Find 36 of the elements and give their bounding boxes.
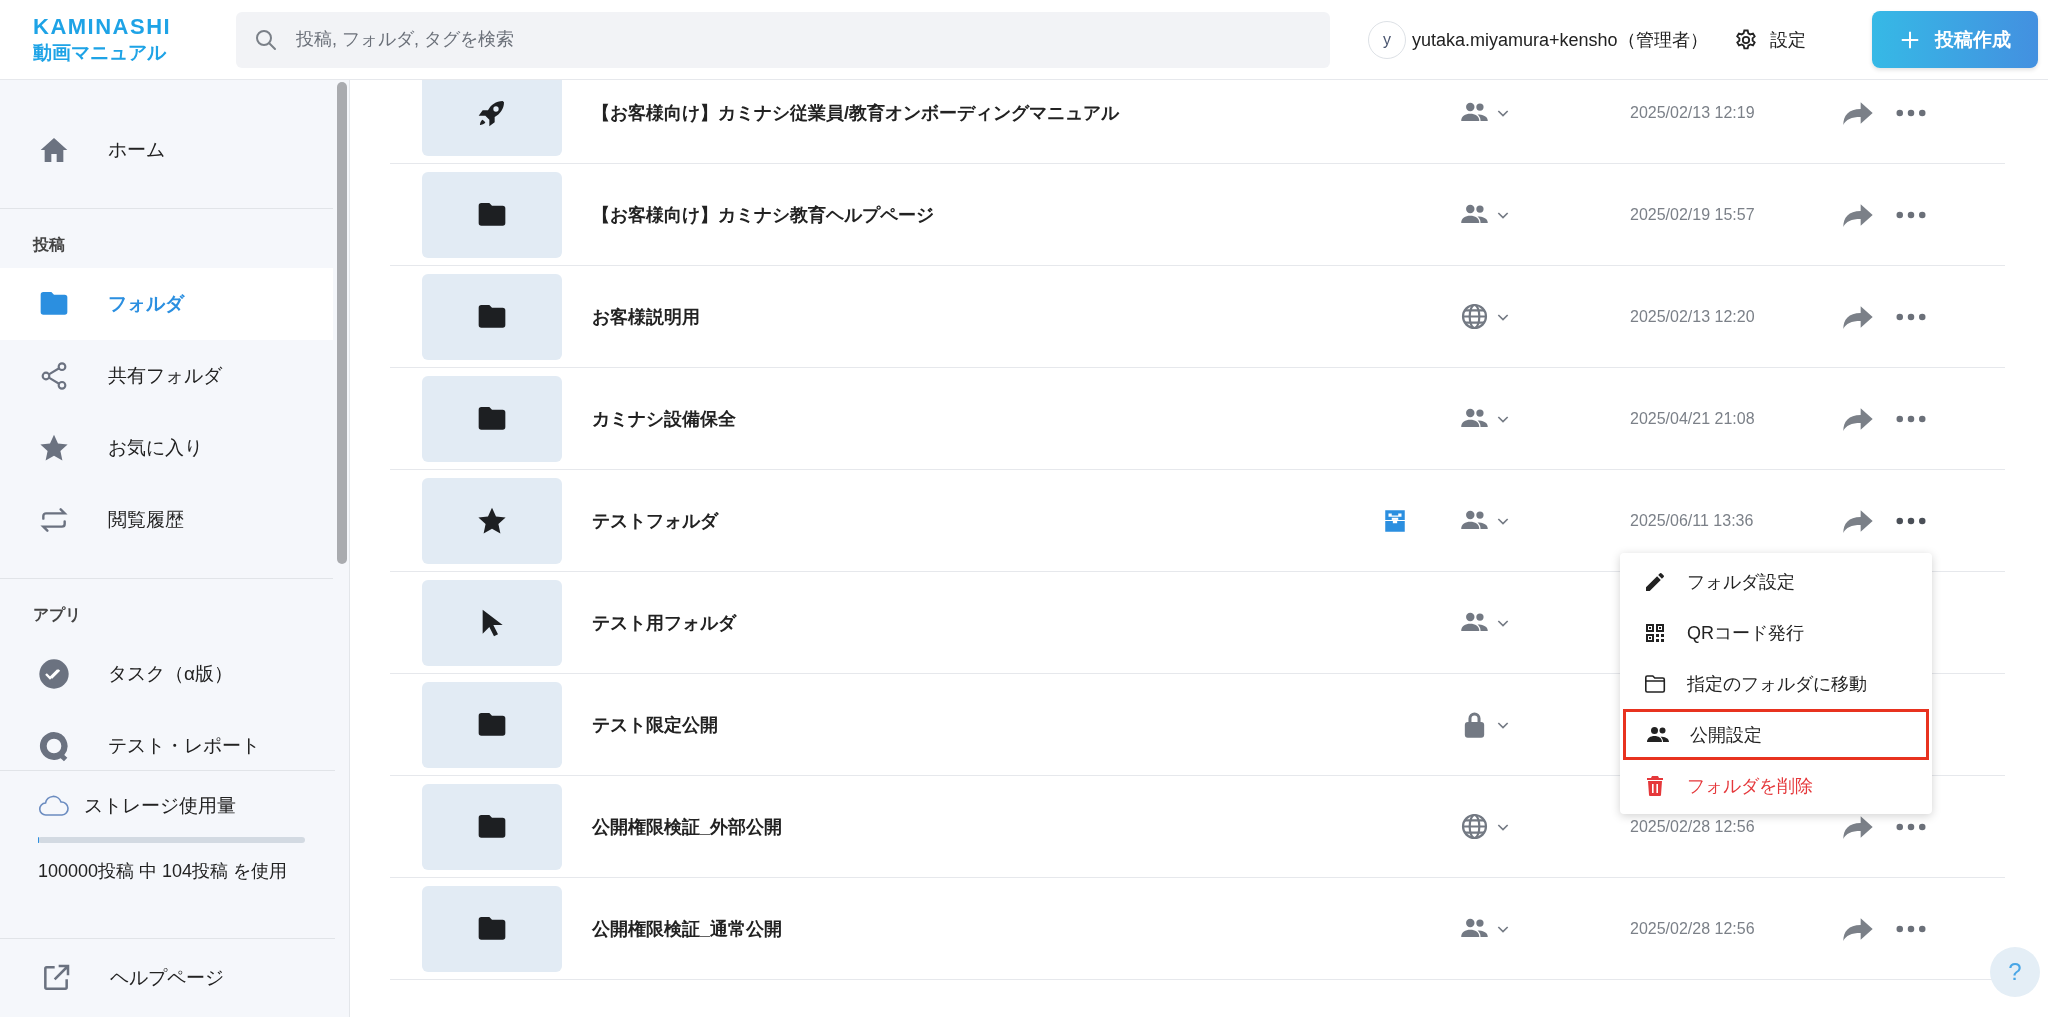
menu-item[interactable]: QRコード発行 — [1623, 607, 1929, 658]
menu-item[interactable]: 指定のフォルダに移動 — [1623, 658, 1929, 709]
sidebar-item[interactable]: お気に入り — [0, 412, 333, 484]
updated-date: 2025/02/13 12:19 — [1630, 103, 1755, 121]
folder-name[interactable]: テスト用フォルダ — [592, 610, 1370, 635]
section-heading: アプリ — [32, 605, 82, 625]
sidebar-item[interactable]: 共有フォルダ — [0, 340, 333, 412]
help-page-link[interactable]: ヘルプページ — [0, 938, 335, 1017]
folder-name[interactable]: 公開権限検証_通常公開 — [592, 916, 1370, 941]
updated-date: 2025/02/19 15:57 — [1630, 205, 1755, 223]
folder-name[interactable]: テスト限定公開 — [592, 712, 1370, 737]
sidebar-item[interactable]: 閲覧履歴 — [0, 484, 333, 556]
folder-name[interactable]: 【お客様向け】カミナシ従業員/教育オンボーディングマニュアル — [592, 100, 1370, 125]
sidebar-item[interactable]: テスト・レポート — [0, 710, 333, 770]
folder-name[interactable]: カミナシ設備保全 — [592, 406, 1370, 431]
folder-name[interactable]: 公開権限検証_外部公開 — [592, 814, 1370, 839]
menu-item[interactable]: フォルダを削除 — [1623, 760, 1929, 811]
updated-date: 2025/02/28 12:56 — [1630, 817, 1755, 835]
updated-date: 2025/02/28 12:56 — [1630, 919, 1755, 937]
updated-date: 2025/06/11 13:36 — [1630, 511, 1754, 529]
section-heading: 投稿 — [31, 235, 66, 255]
menu-item[interactable]: 公開設定 — [1623, 709, 1929, 760]
storage-usage: 100000投稿 中 104投稿 を使用 — [38, 860, 289, 883]
search-field[interactable]: 投稿, フォルダ, タグを検索 — [236, 11, 1330, 68]
sidebar-item[interactable]: ホーム — [0, 114, 333, 186]
updated-date: 2025/02/13 12:20 — [1630, 307, 1755, 325]
menu-item[interactable]: フォルダ設定 — [1623, 556, 1929, 607]
folder-name[interactable]: テストフォルダ — [592, 508, 1370, 533]
logo-subtitle: 動画マニュアル — [33, 40, 167, 65]
storage-label: ストレージ使用量 — [84, 794, 236, 818]
folder-name[interactable]: 【お客様向け】カミナシ教育ヘルプページ — [592, 202, 1370, 227]
updated-date: 2025/04/21 21:08 — [1630, 409, 1755, 427]
sidebar-item[interactable]: タスク（α版） — [0, 638, 333, 710]
user-name[interactable]: yutaka.miyamura+kensho（管理者） — [1412, 27, 1708, 52]
folder-name[interactable]: お客様説明用 — [592, 304, 1370, 329]
settings-button[interactable]: 設定 — [1733, 27, 1806, 52]
